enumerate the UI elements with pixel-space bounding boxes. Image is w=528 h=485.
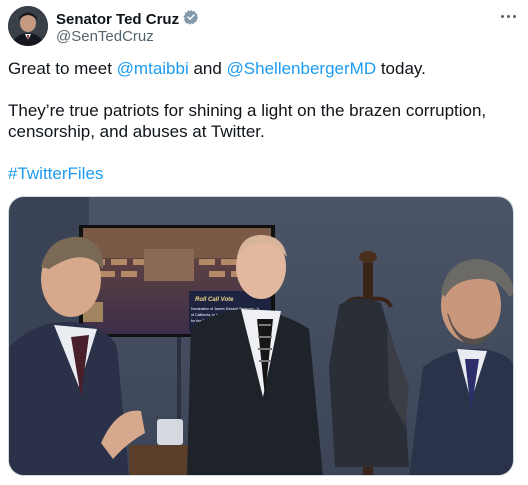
photo-scene: Roll Call Vote Nomination of James Edwar… <box>9 197 513 475</box>
tv-banner-text: Roll Call Vote <box>195 297 234 303</box>
avatar[interactable] <box>8 6 48 46</box>
author-display-name[interactable]: Senator Ted Cruz <box>56 11 179 28</box>
more-options-icon[interactable] <box>496 6 520 26</box>
tweet-line-3: censorship, and abuses at Twitter. <box>8 122 265 141</box>
verified-badge-icon <box>183 9 199 30</box>
hashtag-link[interactable]: #TwitterFiles <box>8 163 103 184</box>
tweet-text-segment: today. <box>376 59 426 78</box>
tweet-text-segment: and <box>188 59 227 78</box>
tweet-text-segment: Great to meet <box>8 59 117 78</box>
author-name-row[interactable]: Senator Ted Cruz <box>56 9 199 30</box>
author-handle[interactable]: @SenTedCruz <box>56 28 154 45</box>
mention-link-mtaibbi[interactable]: @mtaibbi <box>117 59 189 78</box>
tweet-photo[interactable]: Roll Call Vote Nomination of James Edwar… <box>8 196 514 476</box>
mention-link-shellenberger[interactable]: @ShellenbergerMD <box>227 59 377 78</box>
avatar-image <box>8 6 48 46</box>
tweet-line-1: Great to meet @mtaibbi and @Shellenberge… <box>8 58 426 79</box>
tweet-line-2: They’re true patriots for shining a ligh… <box>8 101 487 120</box>
